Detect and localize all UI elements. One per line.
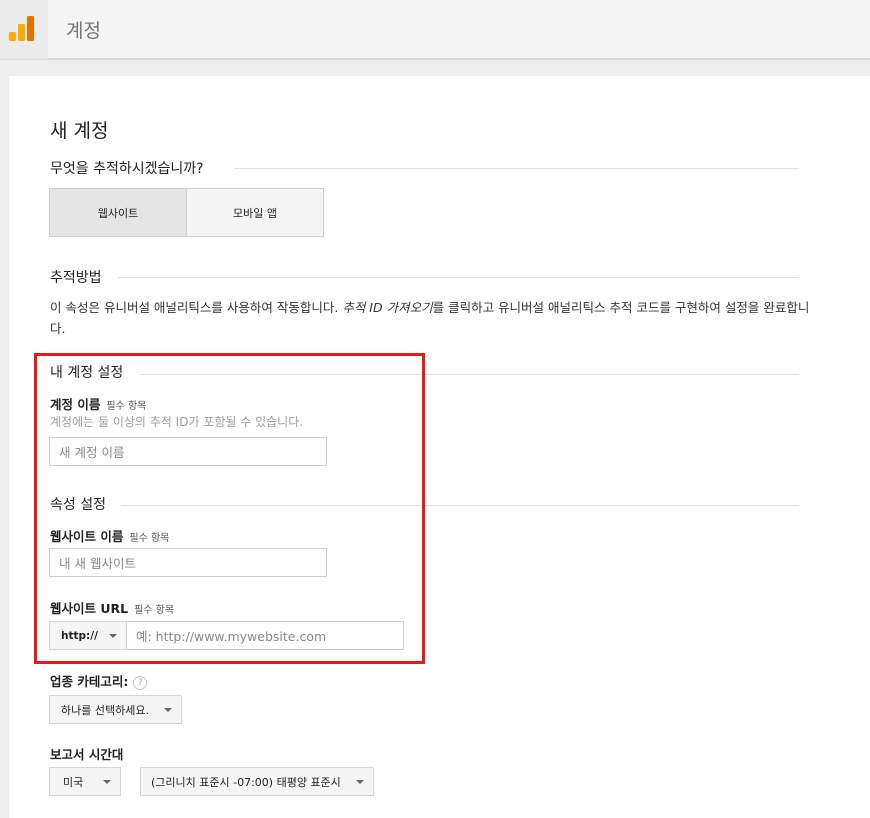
tracking-target-heading: 무엇을 추적하시겠습니까?: [50, 161, 204, 177]
section-divider: [118, 277, 799, 278]
timezone-dropdown[interactable]: (그리니치 표준시 -07:00) 태평양 표준시: [140, 767, 374, 796]
logo-container[interactable]: [0, 0, 48, 59]
industry-category-label-text: 업종 카테고리:: [50, 674, 129, 689]
top-bar: 계정: [0, 0, 870, 60]
description-text: 이 속성은 유니버설 애널리틱스를 사용하여 작동합니다.: [50, 300, 343, 315]
section-divider: [234, 168, 799, 169]
timezone-country-dropdown[interactable]: 미국: [49, 767, 121, 796]
help-icon[interactable]: ?: [133, 676, 148, 690]
dropdown-arrow-icon: [164, 708, 172, 712]
industry-category-label: 업종 카테고리:?: [50, 671, 148, 690]
timezone-country-value: 미국: [63, 775, 84, 789]
page-title: 새 계정: [50, 120, 109, 142]
highlight-box: [34, 353, 425, 664]
analytics-logo-icon: [9, 16, 34, 41]
app-title: 계정: [66, 20, 101, 42]
timezone-value: (그리니치 표준시 -07:00) 태평양 표준시: [151, 775, 341, 789]
dropdown-arrow-icon: [103, 780, 111, 784]
dropdown-arrow-icon: [356, 780, 364, 784]
tracking-method-description: 이 속성은 유니버설 애널리틱스를 사용하여 작동합니다. 추적 ID 가져오기…: [50, 297, 810, 339]
industry-category-value: 하나를 선택하세요.: [61, 703, 149, 717]
get-tracking-id-reference: 추적 ID 가져오기: [342, 300, 433, 315]
industry-category-dropdown[interactable]: 하나를 선택하세요.: [49, 695, 182, 724]
mobile-app-option-button[interactable]: 모바일 앱: [187, 189, 323, 236]
website-option-button[interactable]: 웹사이트: [50, 189, 187, 236]
tracking-target-toggle: 웹사이트 모바일 앱: [49, 188, 324, 237]
reporting-timezone-label: 보고서 시간대: [50, 747, 124, 762]
tracking-method-heading: 추적방법: [50, 270, 102, 286]
